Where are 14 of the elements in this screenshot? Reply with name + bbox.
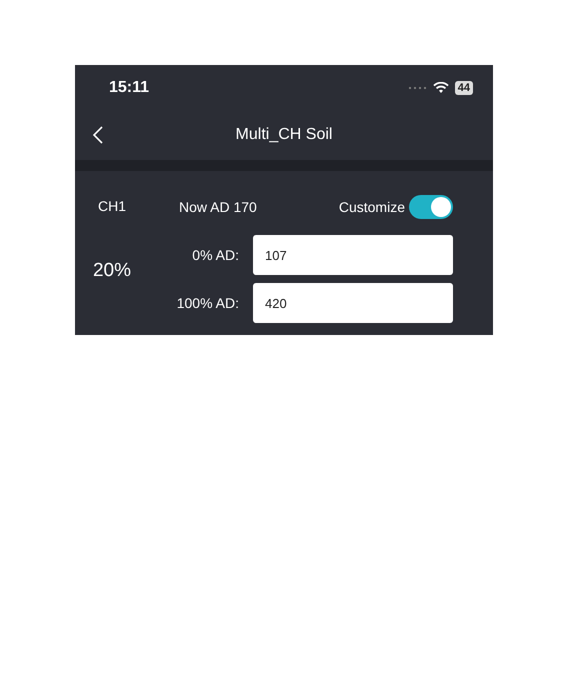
moisture-percent: 20% [92, 260, 132, 282]
now-ad-reading: Now AD 170 [179, 199, 257, 215]
battery-icon: 44 [454, 80, 473, 94]
field-label: 0% AD: [191, 247, 239, 263]
channel-name: CH1 [98, 198, 126, 214]
input-field[interactable]: 107 [253, 235, 453, 275]
status-time: 15:11 [109, 78, 150, 96]
customize-toggle[interactable] [409, 195, 453, 219]
customize-label: Customize [338, 199, 405, 215]
input-field[interactable]: 420 [253, 283, 453, 323]
wifi-icon [432, 82, 449, 94]
field-label: 100% AD: [176, 295, 239, 311]
screen-title: Multi_CH Soil [236, 126, 332, 144]
back-icon[interactable] [93, 126, 103, 144]
